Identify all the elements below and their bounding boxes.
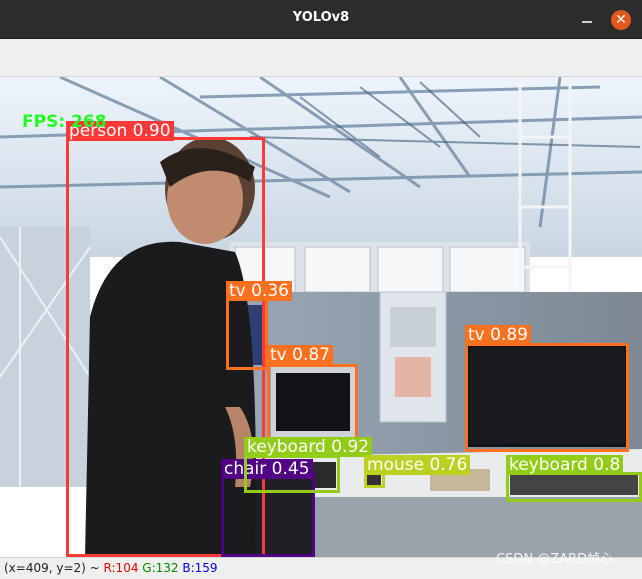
pixel-blue-value: B:159 (182, 561, 218, 575)
pixel-green-value: G:132 (142, 561, 179, 575)
detection-box-keyboard-1 (244, 455, 340, 493)
fps-counter: FPS: 268 (22, 112, 107, 132)
detection-box-tv-1 (226, 298, 268, 370)
detection-label-tv-1: tv 0.36 (226, 281, 292, 301)
watermark: CSDN @ZARD帧心 (496, 552, 614, 567)
image-viewport[interactable]: person 0.90 tv 0.36 tv 0.87 tv 0.89 chai… (0, 77, 642, 557)
detection-box-keyboard-2 (506, 472, 642, 502)
close-icon[interactable]: ✕ (611, 10, 631, 30)
detection-label-keyboard-1: keyboard 0.92 (244, 437, 373, 457)
minimize-icon[interactable] (580, 12, 594, 26)
cursor-coordinates: (x=409, y=2) ~ (4, 561, 100, 575)
detection-label-tv-2: tv 0.87 (267, 345, 333, 365)
detection-label-keyboard-2: keyboard 0.8 (506, 455, 624, 475)
detection-label-mouse: mouse 0.76 (364, 455, 471, 475)
detection-box-tv-2 (267, 364, 358, 442)
detection-box-tv-3 (465, 343, 629, 452)
toolbar (0, 39, 642, 77)
window-title: YOLOv8 (292, 10, 350, 25)
title-bar: YOLOv8 ✕ (0, 0, 642, 39)
pixel-red-value: R:104 (103, 561, 139, 575)
detection-label-tv-3: tv 0.89 (465, 325, 531, 345)
